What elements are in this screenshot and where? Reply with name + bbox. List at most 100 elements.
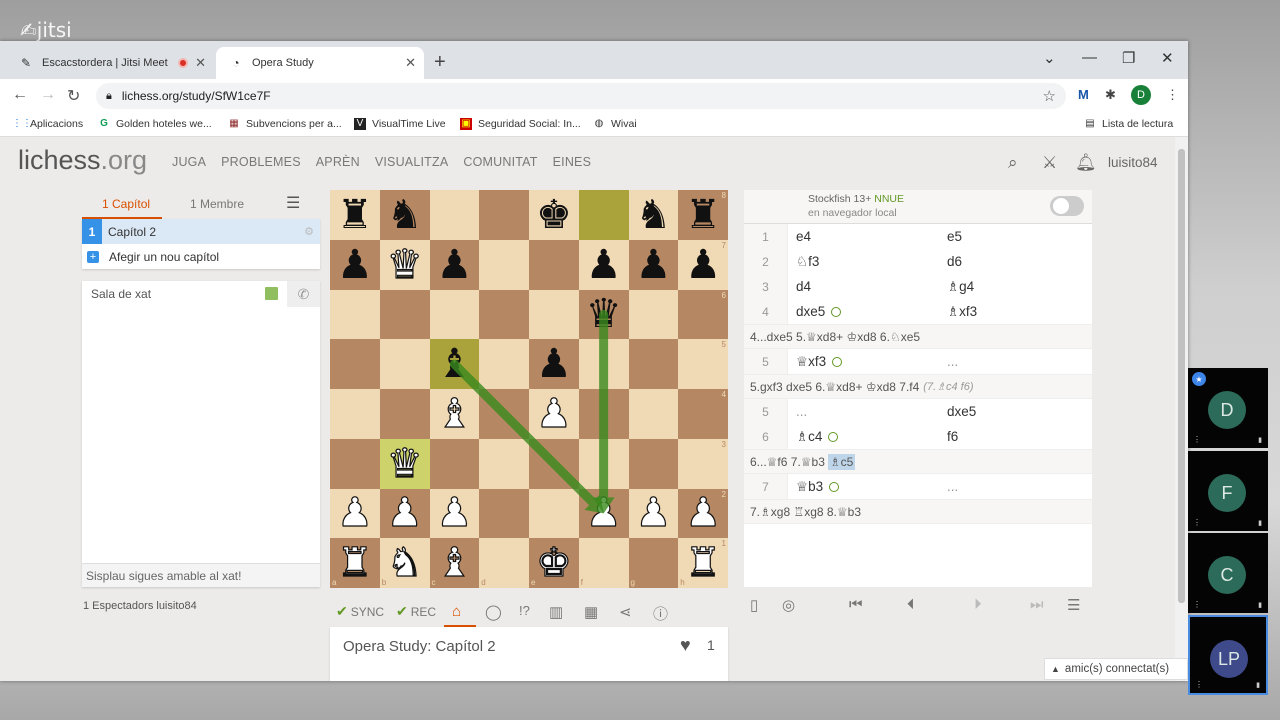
glyph-annotation-icon[interactable]: !? xyxy=(519,603,530,618)
black-move[interactable]: ♗xf3 xyxy=(939,299,1090,324)
square-d5[interactable] xyxy=(479,339,529,389)
square-b6[interactable] xyxy=(379,289,430,340)
white-pawn-piece[interactable]: ♟ xyxy=(685,493,722,534)
black-pawn-piece[interactable]: ♟ xyxy=(536,344,572,384)
share-icon[interactable]: ⋖ xyxy=(619,603,632,621)
extension-icon[interactable]: M xyxy=(1078,87,1089,102)
square-e6[interactable] xyxy=(529,289,579,340)
more-icon[interactable]: ⋮ xyxy=(1193,435,1201,444)
tags-icon[interactable]: ⌂ xyxy=(452,603,461,620)
square-d7[interactable] xyxy=(479,239,529,290)
white-move[interactable]: ♗c4 xyxy=(788,424,939,449)
chess-board[interactable]: ♜ ♞ ♚ ♞ ♜ 8 ♟ ♛ ♟ ♟ ♟ ♟ 7 ♛ 6 ♝ ♟ 5 ♝ ♟ 4 ♛ 3 ♟ ♟ ♟ ♟ ♟ ♟ 2 ♜ a ♞ b ♝ c d ♚ e f… xyxy=(330,190,728,588)
square-e7[interactable] xyxy=(529,239,579,290)
profile-avatar[interactable]: D xyxy=(1131,85,1151,105)
tab-search-icon[interactable]: ⌄ xyxy=(1043,49,1056,67)
white-bishop-piece[interactable]: ♝ xyxy=(436,393,473,434)
nav-apren[interactable]: APRÈN xyxy=(316,155,360,169)
square-b7[interactable]: ♛ xyxy=(379,239,430,290)
square-c5[interactable]: ♝ xyxy=(429,339,480,389)
square-h1[interactable]: ♜ 1 h xyxy=(678,538,728,588)
variation-line[interactable]: 5.gxf3 dxe5 6.♕xd8+ ♔xd8 7.f4 (7.♗c4 f6) xyxy=(744,374,1092,399)
add-chapter-button[interactable]: + Afegir un nou capítol xyxy=(82,244,320,269)
white-pawn-piece[interactable]: ♟ xyxy=(635,493,672,534)
forward-button[interactable]: → xyxy=(40,86,56,104)
target-icon[interactable]: ◎ xyxy=(782,596,795,614)
square-c3[interactable] xyxy=(429,438,480,489)
square-c2[interactable]: ♟ xyxy=(429,488,480,539)
square-f2[interactable]: ♟ xyxy=(578,488,629,539)
square-d2[interactable] xyxy=(479,488,529,539)
square-c1[interactable]: ♝ c xyxy=(429,538,480,588)
white-move[interactable]: ♘f3 xyxy=(788,249,939,274)
black-pawn-piece[interactable]: ♟ xyxy=(635,245,671,285)
bookmark-visualtime[interactable]: V VisualTime Live xyxy=(354,118,446,130)
white-queen-piece[interactable]: ♛ xyxy=(386,443,423,484)
tab-opera-study[interactable]: ◔ Opera Study ✕ xyxy=(216,47,424,79)
white-pawn-piece[interactable]: ♟ xyxy=(535,393,572,434)
search-icon[interactable]: ⌕ xyxy=(1008,153,1018,173)
nav-eines[interactable]: EINES xyxy=(553,155,592,169)
white-queen-piece[interactable]: ♛ xyxy=(386,244,423,285)
square-g4[interactable] xyxy=(628,389,679,439)
back-button[interactable]: ← xyxy=(12,86,28,104)
url-field[interactable]: 🔒︎ lichess.org/study/SfW1ce7F ☆ xyxy=(96,83,1066,109)
participant-tile[interactable]: F ⋮ ▮ xyxy=(1188,451,1268,531)
restore-button[interactable]: ❐ xyxy=(1122,49,1135,67)
reload-button[interactable]: ↻ xyxy=(67,86,80,106)
square-b1[interactable]: ♞ b xyxy=(379,538,430,588)
square-c4[interactable]: ♝ xyxy=(429,389,480,439)
white-move[interactable]: dxe5 xyxy=(788,299,939,324)
black-move[interactable]: e5 xyxy=(939,224,1090,249)
comment-icon[interactable]: ◯ xyxy=(485,603,502,621)
bookmark-golden-hoteles[interactable]: G Golden hoteles we... xyxy=(98,118,212,130)
menu-icon[interactable]: ☰ xyxy=(1067,596,1080,614)
white-pawn-piece[interactable]: ♟ xyxy=(336,493,373,534)
square-h7[interactable]: ♟ 7 xyxy=(678,239,728,290)
participant-tile[interactable]: C ⋮ ▮ xyxy=(1188,533,1268,613)
black-pawn-piece[interactable]: ♟ xyxy=(436,245,472,285)
square-d4[interactable] xyxy=(479,389,529,439)
square-c6[interactable] xyxy=(429,289,480,340)
black-move[interactable]: d6 xyxy=(939,249,1090,274)
new-tab-button[interactable]: + xyxy=(434,51,446,74)
more-icon[interactable]: ⋮ xyxy=(1195,680,1203,689)
participant-tile[interactable]: ★ D ⋮ ▮ xyxy=(1188,368,1268,448)
square-f7[interactable]: ♟ xyxy=(578,239,629,290)
close-window-button[interactable]: ✕ xyxy=(1161,49,1174,67)
black-king-piece[interactable]: ♚ xyxy=(536,195,572,235)
white-pawn-piece[interactable]: ♟ xyxy=(585,493,622,534)
bookmark-seguridad-social[interactable]: ▣ Seguridad Social: In... xyxy=(460,118,581,130)
variation-line[interactable]: 6...♕f6 7.♕b3 ♗c5 xyxy=(744,449,1092,474)
square-g5[interactable] xyxy=(628,339,679,389)
square-e1[interactable]: ♚ e xyxy=(529,538,579,588)
square-h2[interactable]: ♟ 2 xyxy=(678,488,728,539)
square-a5[interactable] xyxy=(330,339,380,389)
white-move[interactable]: d4 xyxy=(788,274,939,299)
friends-bar[interactable]: ▲ amic(s) connectat(s) xyxy=(1044,658,1188,680)
bookmark-apps[interactable]: ⋮⋮ Aplicacions xyxy=(12,118,83,130)
square-a4[interactable] xyxy=(330,389,380,439)
square-f5[interactable] xyxy=(578,339,629,389)
black-knight-piece[interactable]: ♞ xyxy=(635,195,671,235)
square-h5[interactable]: 5 xyxy=(678,339,728,389)
square-e8[interactable]: ♚ xyxy=(529,190,579,240)
first-move-icon[interactable]: ⏮ xyxy=(849,596,863,613)
participant-tile-active[interactable]: LP ⋮ ▮ xyxy=(1188,615,1268,695)
close-tab-icon[interactable]: ✕ xyxy=(195,55,206,71)
reading-list[interactable]: ▤ Lista de lectura xyxy=(1084,118,1173,130)
square-f3[interactable] xyxy=(578,438,629,489)
minimize-button[interactable]: — xyxy=(1082,49,1097,66)
heart-icon[interactable]: ♥ xyxy=(680,635,691,656)
browser-menu-icon[interactable]: ⋮ xyxy=(1166,87,1179,103)
black-pawn-piece[interactable]: ♟ xyxy=(337,245,373,285)
chat-toggle-checkbox[interactable] xyxy=(265,287,278,300)
square-g6[interactable] xyxy=(628,289,679,340)
square-c7[interactable]: ♟ xyxy=(429,239,480,290)
bell-icon[interactable]: 🔔︎ xyxy=(1075,153,1097,173)
white-knight-piece[interactable]: ♞ xyxy=(386,543,423,584)
chapter-item[interactable]: 1 Capítol 2 ⚙ xyxy=(82,219,320,244)
username[interactable]: luisito84 xyxy=(1108,155,1158,170)
tab-chapters[interactable]: 1 Capítol xyxy=(102,197,150,211)
square-g2[interactable]: ♟ xyxy=(628,488,679,539)
